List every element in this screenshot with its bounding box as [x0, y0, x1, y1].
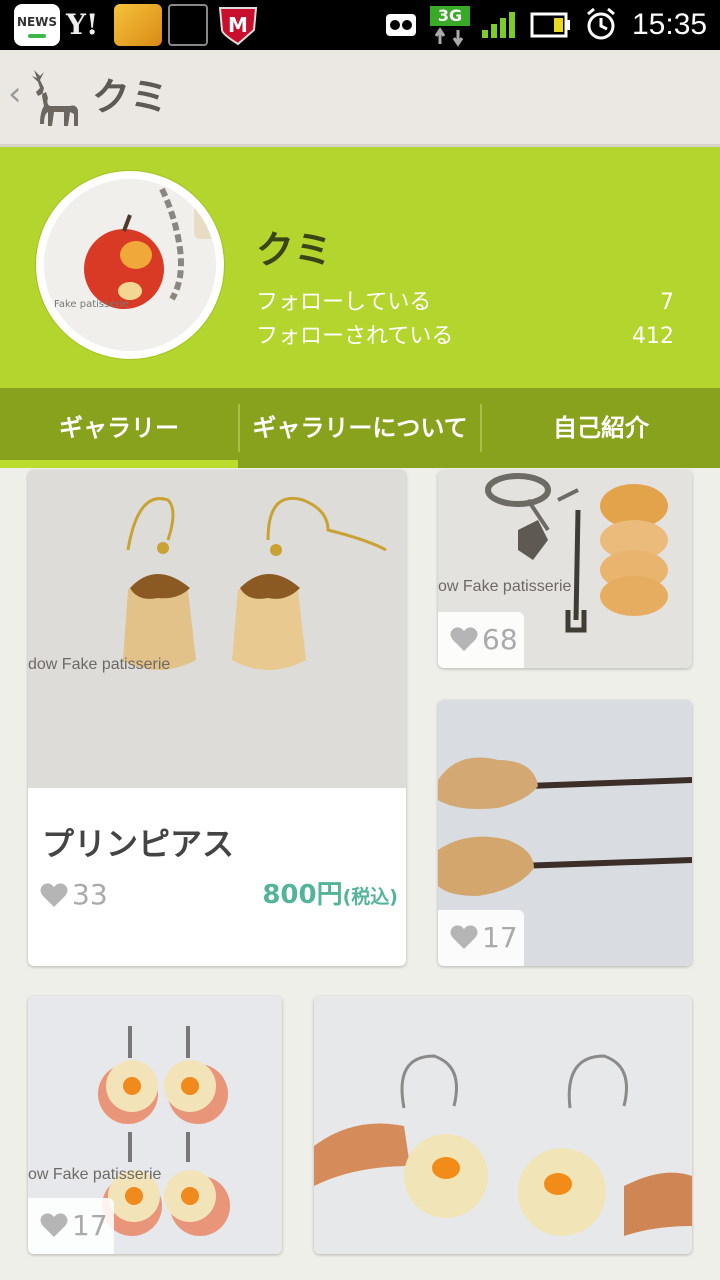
item-photo: dow Fake patisserie [28, 470, 406, 788]
following-row[interactable]: フォローしている 7 [256, 287, 674, 319]
like-count: 17 [72, 1209, 108, 1242]
like-badge[interactable]: 17 [28, 1198, 114, 1254]
item-watermark: ow Fake patisserie [28, 1166, 162, 1183]
item-price: 800円(税込) [262, 878, 398, 914]
svg-text:M: M [228, 13, 248, 37]
following-count: 7 [660, 290, 674, 315]
tab-self-introduction[interactable]: 自己紹介 [482, 388, 720, 468]
deer-logo-icon[interactable] [26, 66, 88, 130]
news-app-icon: NEWS [14, 4, 60, 46]
status-bar: NEWS Y! M 3G 15:35 [0, 0, 720, 50]
profile-name: クミ [256, 228, 333, 272]
signal-strength-icon [480, 0, 520, 50]
followers-label: フォローされている [256, 324, 454, 349]
tab-bar: ギャラリー ギャラリーについて 自己紹介 [0, 388, 720, 468]
gallery-item[interactable]: ow Fake patisserie 17 [28, 996, 282, 1254]
avatar-watermark: Fake patisserie [54, 299, 129, 310]
like-badge[interactable]: 17 [438, 910, 524, 966]
game-app-icon [114, 4, 162, 46]
gallery-item[interactable]: dow Fake patisserie プリンピアス 33 800円(税込) [28, 470, 406, 966]
news-label: NEWS [16, 15, 58, 29]
back-chevron-icon[interactable]: ‹ [8, 74, 22, 114]
avatar-photo: Fake patisserie [44, 179, 216, 351]
profile-header: Fake patisserie クミ フォローしている 7 フォローされている … [0, 147, 720, 388]
battery-icon [530, 0, 572, 50]
followers-count: 412 [632, 324, 674, 349]
like-count: 68 [482, 623, 518, 656]
like-count: 17 [482, 921, 518, 954]
following-label: フォローしている [256, 290, 432, 315]
item-title: プリンピアス [42, 825, 235, 863]
heart-icon [450, 626, 478, 652]
selected-tab-indicator [0, 460, 238, 468]
tax-note: (税込) [342, 886, 398, 908]
heart-icon [450, 924, 478, 950]
mcafee-shield-icon: M [216, 4, 260, 46]
avatar[interactable]: Fake patisserie [36, 171, 224, 359]
item-watermark: ow Fake patisserie [438, 578, 572, 595]
network-3g-icon: 3G [430, 0, 470, 50]
heart-icon [40, 1212, 68, 1238]
page-title: クミ [92, 75, 169, 119]
book-app-icon [168, 4, 208, 46]
price-value: 800円 [262, 880, 343, 910]
voicemail-icon [384, 0, 418, 50]
action-bar: ‹ クミ [0, 50, 720, 147]
clock-time: 15:35 [632, 8, 708, 41]
like-count: 33 [72, 878, 108, 911]
followers-row[interactable]: フォローされている 412 [256, 321, 674, 353]
item-watermark: dow Fake patisserie [28, 656, 171, 673]
tab-about-gallery[interactable]: ギャラリーについて [240, 388, 480, 468]
gallery-item[interactable] [314, 996, 692, 1254]
alarm-clock-icon [584, 0, 618, 50]
yahoo-app-icon: Y! [66, 8, 99, 41]
heart-icon[interactable] [40, 882, 68, 908]
like-badge[interactable]: 68 [438, 612, 524, 668]
item-photo [314, 996, 692, 1254]
tab-gallery[interactable]: ギャラリー [0, 388, 238, 468]
gallery-item[interactable]: ow Fake patisserie 68 [438, 470, 692, 668]
gallery-item[interactable]: 17 [438, 700, 692, 966]
